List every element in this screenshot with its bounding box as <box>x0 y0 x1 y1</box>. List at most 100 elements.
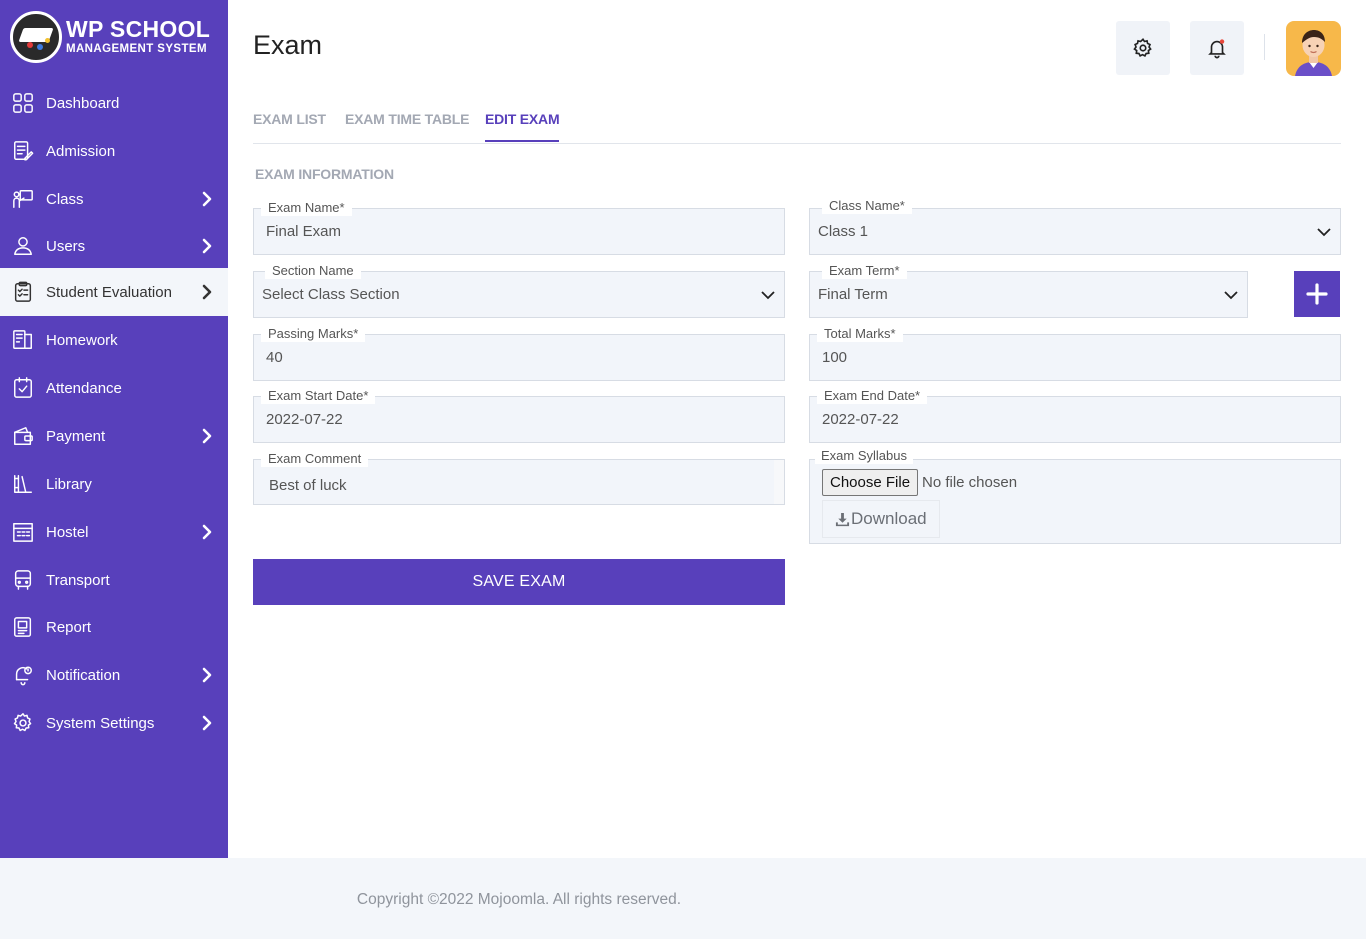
chevron-right-icon <box>202 284 212 300</box>
exam-comment-textarea[interactable]: Exam Comment Best of luck <box>253 451 785 505</box>
sidebar-item-label: Admission <box>46 142 116 160</box>
hostel-building-icon <box>12 521 34 543</box>
class-name-select[interactable]: Class Name* Class 1 <box>809 198 1341 255</box>
payment-wallet-icon <box>12 425 34 447</box>
chevron-right-icon <box>202 667 212 683</box>
settings-button[interactable] <box>1116 21 1170 75</box>
plus-icon <box>1306 283 1328 305</box>
dashboard-grid-icon <box>12 92 34 114</box>
sidebar-item-report[interactable]: Report <box>0 603 228 651</box>
exam-start-date-label: Exam Start Date* <box>261 388 376 404</box>
section-name-label: Section Name <box>265 263 361 279</box>
settings-gear-icon <box>12 712 34 734</box>
sidebar-item-hostel[interactable]: Hostel <box>0 508 228 556</box>
class-teacher-icon <box>12 188 34 210</box>
header-divider <box>1264 34 1265 60</box>
notification-button[interactable] <box>1190 21 1244 75</box>
exam-start-date-field[interactable]: Exam Start Date* 2022-07-22 <box>253 388 785 443</box>
passing-marks-value: 40 <box>266 349 283 366</box>
user-icon <box>12 235 34 257</box>
brand-logo[interactable]: WP SCHOOL MANAGEMENT SYSTEM <box>10 11 220 63</box>
chevron-right-icon <box>202 428 212 444</box>
total-marks-value: 100 <box>822 349 848 366</box>
bell-icon <box>1208 39 1226 59</box>
sidebar-item-label: Attendance <box>46 379 122 397</box>
exam-end-date-value: 2022-07-22 <box>822 411 899 428</box>
attendance-calendar-icon <box>12 377 34 399</box>
notification-bell-icon <box>12 664 34 686</box>
class-name-label: Class Name* <box>822 198 912 214</box>
gear-icon <box>1133 38 1152 57</box>
user-avatar[interactable] <box>1286 21 1341 76</box>
chevron-down-icon <box>761 291 775 300</box>
exam-comment-value: Best of luck <box>269 477 347 494</box>
sidebar: WP SCHOOL MANAGEMENT SYSTEM Dashboard Adm… <box>0 0 228 858</box>
exam-end-date-label: Exam End Date* <box>817 388 928 404</box>
save-exam-button[interactable]: SAVE EXAM <box>253 559 785 605</box>
sidebar-item-library[interactable]: Library <box>0 460 228 508</box>
avatar-person-icon <box>1295 30 1332 76</box>
copyright-text: Copyright ©2022 Mojoomla. All rights res… <box>356 891 682 908</box>
download-label: Download <box>851 509 927 528</box>
exam-name-value: Final Exam <box>266 223 342 240</box>
homework-book-icon <box>12 329 34 351</box>
sidebar-item-users[interactable]: Users <box>0 222 228 270</box>
total-marks-label: Total Marks* <box>817 326 903 342</box>
brand-subtitle: MANAGEMENT SYSTEM <box>66 43 207 55</box>
library-books-icon <box>12 473 34 495</box>
graduation-cap-logo-icon <box>10 11 62 63</box>
chevron-right-icon <box>202 238 212 254</box>
sidebar-item-homework[interactable]: Homework <box>0 316 228 364</box>
exam-end-date-field[interactable]: Exam End Date* 2022-07-22 <box>809 388 1341 443</box>
tab-exam-time-table[interactable]: EXAM TIME TABLE <box>345 111 469 127</box>
exam-syllabus-field: Exam Syllabus Choose File No file chosen… <box>809 448 1341 544</box>
sidebar-item-label: Users <box>46 237 86 255</box>
chevron-right-icon <box>202 524 212 540</box>
footer: Copyright ©2022 Mojoomla. All rights res… <box>0 858 1366 939</box>
tab-exam-list[interactable]: EXAM LIST <box>253 111 326 127</box>
exam-name-label: Exam Name* <box>261 200 352 216</box>
sidebar-item-system-settings[interactable]: System Settings <box>0 699 228 747</box>
sidebar-item-label: Notification <box>46 666 121 684</box>
total-marks-field[interactable]: Total Marks* 100 <box>809 326 1341 381</box>
admission-form-icon <box>12 140 34 162</box>
sidebar-item-student-evaluation[interactable]: Student Evaluation <box>0 268 228 316</box>
add-exam-term-button[interactable] <box>1294 271 1340 317</box>
sidebar-item-label: Transport <box>46 571 110 589</box>
chevron-down-icon <box>1224 291 1238 300</box>
sidebar-item-class[interactable]: Class <box>0 175 228 223</box>
chevron-right-icon <box>202 715 212 731</box>
exam-comment-label: Exam Comment <box>261 451 369 467</box>
sidebar-item-label: System Settings <box>46 714 155 732</box>
exam-syllabus-label: Exam Syllabus <box>815 448 913 464</box>
sidebar-item-payment[interactable]: Payment <box>0 412 228 460</box>
sidebar-item-transport[interactable]: Transport <box>0 556 228 604</box>
exam-term-value: Final Term <box>818 286 888 303</box>
class-name-value: Class 1 <box>818 223 869 240</box>
passing-marks-field[interactable]: Passing Marks* 40 <box>253 326 785 381</box>
sidebar-item-notification[interactable]: Notification <box>0 651 228 699</box>
download-button[interactable]: Download <box>822 500 940 538</box>
transport-bus-icon <box>12 569 34 591</box>
sidebar-item-attendance[interactable]: Attendance <box>0 364 228 412</box>
textarea-scrollbar[interactable] <box>774 460 784 504</box>
page-title: Exam <box>253 30 323 60</box>
exam-term-select[interactable]: Exam Term* Final Term <box>809 263 1248 318</box>
sidebar-item-label: Homework <box>46 331 118 349</box>
evaluation-clipboard-icon <box>12 281 34 303</box>
sidebar-item-label: Student Evaluation <box>46 283 172 301</box>
sidebar-item-label: Hostel <box>46 523 89 541</box>
choose-file-button[interactable]: Choose File <box>822 469 919 496</box>
exam-name-field[interactable]: Exam Name* Final Exam <box>253 200 785 255</box>
chevron-down-icon <box>1317 228 1331 237</box>
chevron-right-icon <box>202 191 212 207</box>
section-name-select[interactable]: Section Name Select Class Section <box>253 263 785 318</box>
download-icon <box>835 512 850 526</box>
sidebar-item-label: Report <box>46 618 92 636</box>
passing-marks-label: Passing Marks* <box>261 326 366 342</box>
section-title: EXAM INFORMATION <box>255 166 394 182</box>
sidebar-item-label: Class <box>46 190 84 208</box>
sidebar-item-dashboard[interactable]: Dashboard <box>0 79 228 127</box>
sidebar-item-admission[interactable]: Admission <box>0 127 228 175</box>
tab-edit-exam[interactable]: EDIT EXAM <box>485 111 560 142</box>
